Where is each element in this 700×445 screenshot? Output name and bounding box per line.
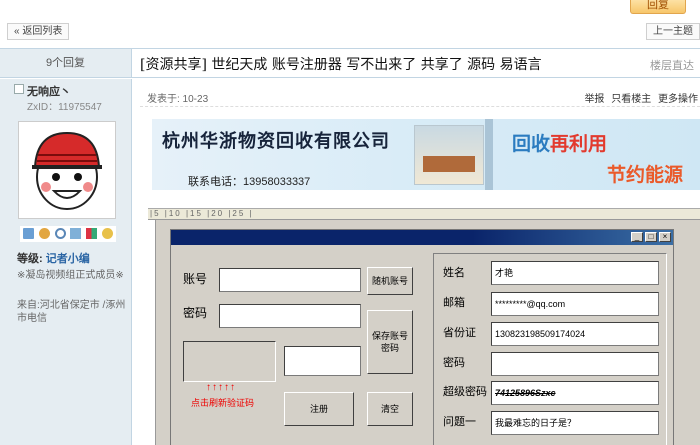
offline-icon bbox=[14, 84, 24, 94]
group-icon[interactable] bbox=[86, 228, 98, 239]
banner-energy: 节约能源 bbox=[607, 165, 684, 186]
app-screenshot: |5 |10 |15 |20 |25 | _ □ × 账号 随机账号 密码 保存… bbox=[148, 208, 700, 445]
reply-count: 9个回复 bbox=[0, 49, 132, 77]
post-actions: 举报 只看楼主 更多操作 bbox=[584, 90, 698, 105]
name-label: 姓名 bbox=[443, 267, 465, 279]
email-input[interactable]: *********@qq.com bbox=[491, 292, 659, 316]
ruler: |5 |10 |15 |20 |25 | bbox=[148, 209, 700, 220]
author-only-link[interactable]: 只看楼主 bbox=[611, 94, 651, 105]
super-password-input[interactable]: 74125896Szxc bbox=[491, 381, 659, 405]
minimize-icon[interactable]: _ bbox=[631, 232, 643, 242]
avatar-image bbox=[22, 125, 112, 215]
close-icon[interactable]: × bbox=[659, 232, 671, 242]
report-link[interactable]: 举报 bbox=[584, 94, 604, 105]
ad-banner[interactable]: 杭州华浙物资回收有限公司 联系电话：13958033337 回收再利用 节约能源 bbox=[152, 119, 700, 190]
profile-icon[interactable] bbox=[70, 228, 82, 239]
post-divider bbox=[140, 106, 700, 107]
clear-button[interactable]: 清空 bbox=[367, 392, 413, 426]
account-label: 账号 bbox=[183, 272, 208, 286]
banner-phone: 联系电话：13958033337 bbox=[188, 176, 311, 188]
mail-icon[interactable] bbox=[23, 228, 34, 239]
password-input[interactable] bbox=[219, 304, 361, 328]
register-button[interactable]: 注册 bbox=[284, 392, 354, 426]
account-input[interactable] bbox=[219, 268, 361, 292]
register-window: _ □ × 账号 随机账号 密码 保存账号 密码 ↑↑↑↑↑ 点击刷新验证码 注… bbox=[170, 229, 674, 445]
id-card-label: 省份证 bbox=[443, 327, 476, 339]
captcha-hint: 点击刷新验证码 bbox=[191, 398, 255, 408]
question-label: 问题一 bbox=[443, 416, 476, 428]
author-origin: 来自:河北省保定市 /涿州市电信 bbox=[17, 300, 126, 324]
author-uid: ZxID：11975547 bbox=[27, 102, 102, 113]
back-to-list-button[interactable]: « 返回列表 bbox=[7, 23, 70, 40]
award-icon[interactable] bbox=[101, 228, 113, 239]
password2-input[interactable] bbox=[491, 352, 659, 376]
more-actions-link[interactable]: 更多操作 bbox=[658, 94, 698, 105]
name-input[interactable]: 才艳 bbox=[491, 261, 659, 285]
window-titlebar: _ □ × bbox=[171, 230, 673, 245]
captcha-image[interactable] bbox=[183, 341, 276, 382]
random-account-button[interactable]: 随机账号 bbox=[367, 267, 413, 295]
reply-button[interactable]: 回复 bbox=[630, 0, 686, 14]
author-level: 等级: 记者小编 bbox=[17, 253, 90, 265]
question-input[interactable]: 我最难忘的日子是？ bbox=[491, 411, 659, 435]
post-timestamp: 发表于: 10-23 bbox=[147, 94, 209, 105]
previous-thread-button[interactable]: 上一主题 bbox=[646, 23, 700, 40]
password-label: 密码 bbox=[183, 306, 208, 320]
id-card-input[interactable]: 130823198509174024 bbox=[491, 322, 659, 346]
user-add-icon[interactable] bbox=[38, 228, 50, 239]
floor-jump-link[interactable]: 楼层直达 bbox=[650, 57, 694, 73]
banner-divider bbox=[485, 119, 493, 190]
email-label: 邮箱 bbox=[443, 297, 465, 309]
search-icon[interactable] bbox=[54, 228, 66, 239]
captcha-input[interactable] bbox=[284, 346, 361, 376]
banner-company: 杭州华浙物资回收有限公司 bbox=[162, 131, 390, 152]
author-name[interactable]: 无响应丶 bbox=[27, 83, 71, 99]
member-note: ※凝岛视频组正式成员※ bbox=[17, 270, 124, 281]
maximize-icon[interactable]: □ bbox=[645, 232, 657, 242]
save-account-button[interactable]: 保存账号 密码 bbox=[367, 310, 413, 374]
arrow-icons: ↑↑↑↑↑ bbox=[206, 382, 236, 393]
page-title: [资源共享] 世纪天成 账号注册器 写不出来了 共享了 源码 易语言 bbox=[140, 57, 542, 73]
password2-label: 密码 bbox=[443, 357, 465, 369]
thread-header: 9个回复 [资源共享] 世纪天成 账号注册器 写不出来了 共享了 源码 易语言 … bbox=[0, 48, 700, 78]
avatar[interactable] bbox=[18, 121, 116, 219]
office-image bbox=[414, 125, 484, 185]
author-sidebar: 无响应丶 ZxID：11975547 等级: 记者小编 ※凝岛视频组正式成员※ … bbox=[0, 79, 132, 445]
super-password-label: 超级密码 bbox=[443, 386, 487, 398]
ruler-left bbox=[148, 220, 156, 445]
author-action-icons bbox=[20, 226, 116, 242]
banner-slogan: 回收再利用 bbox=[512, 134, 608, 155]
